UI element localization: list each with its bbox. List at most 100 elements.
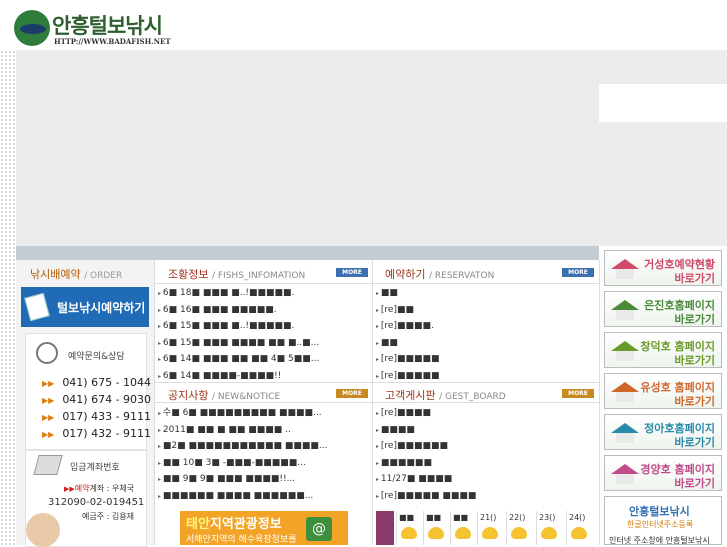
arrow-icon: ▶▶ xyxy=(42,396,55,405)
list-item[interactable]: 6■ 14■ ■■■ ■■ ■■ 4■ 5■■... xyxy=(158,351,368,368)
logo-name: 안흥털보낚시 xyxy=(52,14,163,38)
tide-weather-strip: ■■ ■■ ■■ 21() 22() 23() 24() xyxy=(376,511,595,545)
bank-label: ▶▶예약계좌 : 우체국 xyxy=(64,484,135,493)
person-icon xyxy=(26,513,60,547)
list-item[interactable]: ■■■■ xyxy=(376,422,596,439)
weather-icon xyxy=(511,527,527,539)
list-item[interactable]: 2011■ ■■ ■ ■■ ■■■■ .. xyxy=(158,422,368,439)
phone-number: ▶▶ 017) 433 - 9111 xyxy=(42,410,152,423)
divider xyxy=(155,283,599,284)
list-item[interactable]: 6■ 15■ ■■■ ■..!■■■■■. xyxy=(158,318,368,335)
quick-link-yuseong[interactable]: 유성호 홈페이지 바로가기 xyxy=(604,373,722,409)
reservation-section-title: 낚시배예약 / ORDER xyxy=(30,266,122,282)
cafe-subtitle: 한글인터넷주소등록 xyxy=(627,520,694,529)
korean-domain-banner[interactable]: 안흥털보낚시 한글인터넷주소등록 인터넷 주소창에 안흥털보낚시 xyxy=(604,496,722,545)
banner-bar xyxy=(16,246,599,260)
list-item[interactable]: [re]■■■■ xyxy=(376,405,596,422)
list-item[interactable]: ■■ xyxy=(376,285,596,302)
phone-number: ▶▶ 041) 674 - 9030 xyxy=(42,393,152,406)
cafe-note: 인터넷 주소창에 안흥털보낚시 xyxy=(609,536,710,545)
quick-link-geoseong[interactable]: 거성호예약현황 바로가기 xyxy=(604,250,722,286)
guestboard-more-button[interactable]: MORE xyxy=(562,389,594,398)
bank-box: 입금계좌번호 ▶▶예약계좌 : 우체국 312090-02-019451 예금주… xyxy=(25,450,147,547)
tide-day: 24() xyxy=(566,511,591,545)
notice-more-button[interactable]: MORE xyxy=(336,389,368,398)
contact-box: 예약문의&상담 ▶▶ 041) 675 - 1044 ▶▶ 041) 674 - 9… xyxy=(25,333,151,450)
list-item[interactable]: ■2■ ■■■■■■■■■■■ ■■■■... xyxy=(158,438,368,455)
list-item[interactable]: ■■ 10■ 3■ -■■■-■■■■■... xyxy=(158,455,368,472)
reserve-list: ■■ [re]■■ [re]■■■■. ■■ [re]■■■■■ [re]■■■… xyxy=(376,285,596,384)
reserve-button[interactable]: 털보낚시예약하기 xyxy=(21,287,149,327)
notice-title: 공지사항 / NEW&NOTICE xyxy=(168,389,281,402)
list-item[interactable]: 6■ 18■ ■■■ ■..!■■■■■. xyxy=(158,285,368,302)
list-item[interactable]: ■■ 9■ 9■ ■■■ ■■■■!!... xyxy=(158,471,368,488)
quick-link-jeonga[interactable]: 정아호홈페이지 바로가기 xyxy=(604,414,722,450)
tide-day: ■■ xyxy=(450,511,475,545)
list-item[interactable]: ■■■■■■ xyxy=(376,455,596,472)
house-icon xyxy=(611,341,639,361)
notice-list: 수■ 6■ ■■■■■■■■■ ■■■■... 2011■ ■■ ■ ■■ ■■… xyxy=(158,405,368,504)
weather-icon xyxy=(401,527,417,539)
list-item[interactable]: ■■ xyxy=(376,335,596,352)
house-icon xyxy=(611,382,639,402)
fish-more-button[interactable]: MORE xyxy=(336,268,368,277)
reserve-button-label: 털보낚시예약하기 xyxy=(57,301,146,315)
tide-day: 22() xyxy=(506,511,531,545)
quick-link-eunjin[interactable]: 은진호홈페이지 바로가기 xyxy=(604,291,722,327)
quick-link-changdeok[interactable]: 창덕호 홈페이지 바로가기 xyxy=(604,332,722,368)
list-item[interactable]: 6■ 15■ ■■■ ■■■■ ■■ ■..■... xyxy=(158,335,368,352)
guestboard-list: [re]■■■■ ■■■■ [re]■■■■■■ ■■■■■■ 11/27■ ■… xyxy=(376,405,596,504)
tide-day: ■■ xyxy=(423,511,448,545)
list-item[interactable]: 수■ 6■ ■■■■■■■■■ ■■■■... xyxy=(158,405,368,422)
right-banner-top xyxy=(599,50,727,84)
column-divider xyxy=(599,260,600,545)
logo-url: HTTP://WWW.BADAFISH.NET xyxy=(54,37,171,46)
weather-icon xyxy=(541,527,557,539)
list-item[interactable]: ■■■■■■ ■■■■ ■■■■■■... xyxy=(158,488,368,505)
list-item[interactable]: [re]■■■■■■ xyxy=(376,438,596,455)
list-item[interactable]: [re]■■■■. xyxy=(376,318,596,335)
main-banner xyxy=(16,50,599,246)
weather-icon xyxy=(482,527,498,539)
phone-number: ▶▶ 041) 675 - 1044 xyxy=(42,376,152,389)
clock-icon xyxy=(36,342,58,364)
list-item[interactable]: 11/27■ ■■■■ xyxy=(376,471,596,488)
list-item[interactable]: [re]■■■■■ xyxy=(376,351,596,368)
notepad-icon xyxy=(24,292,50,322)
quick-link-gyeongyang[interactable]: 경양호 홈페이지 바로가기 xyxy=(604,455,722,491)
tourism-subtitle: 서해안지역의 해수욕장정보를 xyxy=(186,535,297,545)
house-icon xyxy=(611,300,639,320)
contact-title: 예약문의&상담 xyxy=(68,352,125,362)
document-icon xyxy=(33,455,63,475)
cafe-name: 안흥털보낚시 xyxy=(629,505,690,518)
list-item[interactable]: 6■ 14■ ■■■■-■■■■!! xyxy=(158,368,368,385)
tourism-title: 태안지역관광정보 xyxy=(186,517,282,532)
list-item[interactable]: [re]■■■■■ ■■■■ xyxy=(376,488,596,505)
right-banner-bottom xyxy=(599,122,727,246)
house-icon xyxy=(611,464,639,484)
tourism-banner[interactable]: 태안지역관광정보 서해안지역의 해수욕장정보를 @ xyxy=(180,511,348,545)
site-logo[interactable]: 안흥털보낚시 HTTP://WWW.BADAFISH.NET xyxy=(14,10,171,52)
bank-title: 입금계좌번호 xyxy=(70,463,120,473)
at-icon: @ xyxy=(306,517,332,541)
calendar-icon xyxy=(376,511,394,545)
fish-logo-icon xyxy=(14,10,50,46)
weather-icon xyxy=(455,527,471,539)
list-item[interactable]: 6■ 16■ ■■■ ■■■■■. xyxy=(158,302,368,319)
guestboard-title: 고객게시판 / GEST_BOARD xyxy=(385,389,506,402)
fish-info-title: 조황정보 / FISHS_INFOMATION xyxy=(168,268,306,281)
weather-icon xyxy=(571,527,587,539)
tide-day: 21() xyxy=(477,511,502,545)
arrow-icon: ▶▶ xyxy=(42,379,55,388)
house-icon xyxy=(611,423,639,443)
bank-number: 312090-02-019451 xyxy=(48,497,145,508)
reservation-title: 낚시배예약 xyxy=(30,268,81,281)
fish-info-list: 6■ 18■ ■■■ ■..!■■■■■. 6■ 16■ ■■■ ■■■■■. … xyxy=(158,285,368,384)
list-item[interactable]: [re]■■ xyxy=(376,302,596,319)
reservation-subtitle: / ORDER xyxy=(84,271,123,281)
reserve-more-button[interactable]: MORE xyxy=(562,268,594,277)
weather-icon xyxy=(428,527,444,539)
tide-day: 23() xyxy=(536,511,561,545)
arrow-icon: ▶▶ xyxy=(42,413,55,422)
list-item[interactable]: [re]■■■■■ xyxy=(376,368,596,385)
